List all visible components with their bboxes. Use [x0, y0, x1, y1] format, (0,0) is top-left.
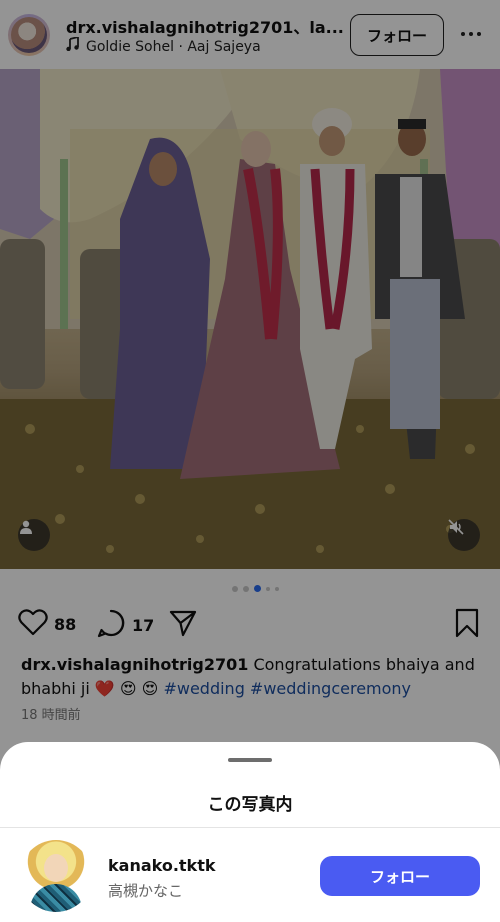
tagged-person-follow-button[interactable]: フォロー — [320, 856, 480, 896]
tagged-people-sheet: この写真内 kanako.tktk 高槻かなこ フォロー — [0, 742, 500, 922]
sheet-drag-handle[interactable] — [228, 758, 272, 762]
sheet-divider — [0, 827, 500, 828]
tagged-person-username[interactable]: kanako.tktk — [108, 856, 215, 875]
sheet-title: この写真内 — [207, 795, 293, 815]
tagged-person-avatar[interactable] — [20, 840, 92, 912]
tagged-person-display-name: 高槻かなこ — [108, 882, 184, 900]
tagged-person-row[interactable]: kanako.tktk 高槻かなこ フォロー — [0, 838, 500, 918]
